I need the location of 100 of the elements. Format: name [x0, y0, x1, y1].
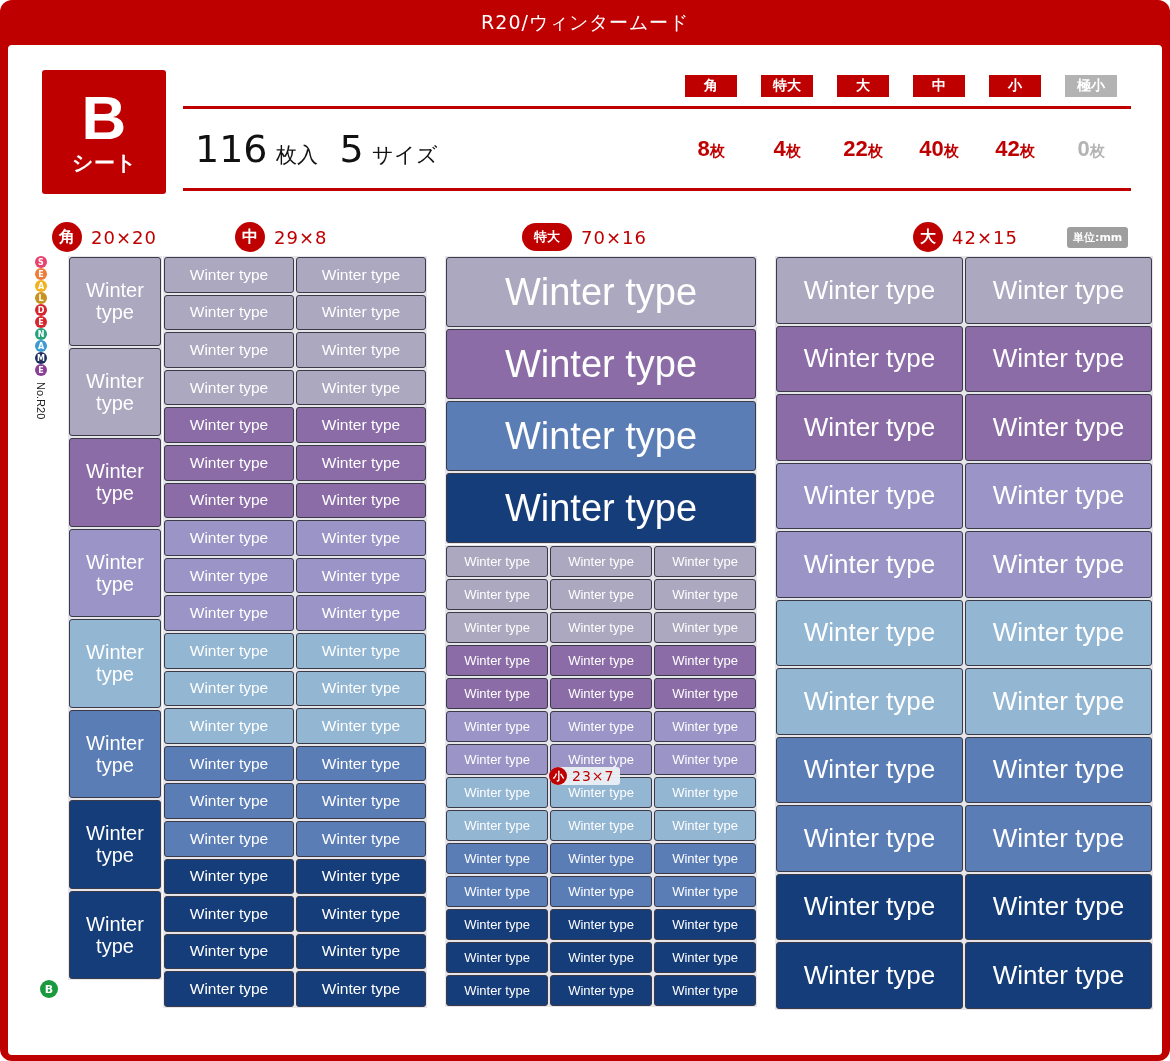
name-sticker: Winter type: [776, 873, 963, 940]
name-sticker: Winter type: [164, 971, 294, 1007]
name-sticker: Winter type: [296, 294, 426, 331]
name-sticker: Winter type: [446, 777, 548, 808]
name-sticker: Winter type: [164, 257, 294, 293]
name-sticker: Winter type: [69, 619, 161, 708]
size-badge: 小: [549, 767, 567, 785]
name-sticker: Winter type: [164, 632, 294, 669]
name-sticker: Winter type: [550, 975, 652, 1006]
name-sticker: Winter type: [446, 744, 548, 775]
name-sticker: Winter type: [164, 595, 294, 631]
name-sticker: Winter type: [69, 438, 161, 527]
name-sticker: Winter type: [446, 843, 548, 874]
name-sticker: Winter type: [69, 528, 161, 617]
name-sticker: Winter type: [776, 599, 963, 666]
name-sticker: Winter type: [164, 369, 294, 406]
name-sticker: Winter type: [965, 805, 1152, 872]
name-sticker: Winter type: [654, 579, 756, 610]
name-sticker: Winter type: [296, 595, 426, 631]
name-sticker: Winter type: [296, 557, 426, 594]
name-sticker: Winter type: [164, 444, 294, 481]
name-sticker: Winter type: [654, 975, 756, 1006]
name-sticker: Winter type: [965, 668, 1152, 735]
name-sticker: Winter type: [164, 820, 294, 857]
name-sticker: Winter type: [69, 800, 161, 889]
name-sticker: Winter type: [550, 942, 652, 973]
size-badge: 特大: [522, 223, 572, 251]
name-sticker: Winter type: [296, 745, 426, 782]
name-sticker: Winter type: [296, 858, 426, 895]
name-sticker: Winter type: [550, 612, 652, 643]
name-sticker: Winter type: [164, 482, 294, 519]
name-sticker: Winter type: [446, 909, 548, 940]
name-sticker: Winter type: [654, 711, 756, 742]
name-sticker: Winter type: [965, 394, 1152, 461]
sticker-count: 8枚: [696, 135, 726, 162]
name-sticker: Winter type: [446, 546, 548, 577]
name-sticker: Winter type: [776, 942, 963, 1009]
name-sticker: Winter type: [965, 942, 1152, 1009]
brand-number: No.R20: [35, 382, 47, 420]
brand-letter: A: [35, 280, 47, 292]
name-sticker: Winter type: [965, 462, 1152, 529]
name-sticker: Winter type: [296, 896, 426, 932]
name-sticker: Winter type: [965, 599, 1152, 666]
sticker-count: 4枚: [772, 135, 802, 162]
name-sticker: Winter type: [446, 810, 548, 841]
name-sticker: Winter type: [69, 709, 161, 798]
name-sticker: Winter type: [654, 942, 756, 973]
name-sticker: Winter type: [776, 736, 963, 803]
name-sticker: Winter type: [296, 444, 426, 481]
name-sticker: Winter type: [965, 531, 1152, 598]
name-sticker: Winter type: [654, 843, 756, 874]
name-sticker: Winter type: [550, 843, 652, 874]
name-sticker: Winter type: [164, 858, 294, 895]
brand-letter: M: [35, 352, 47, 364]
name-sticker: Winter type: [776, 257, 963, 324]
name-sticker: Winter type: [654, 777, 756, 808]
sheet-letter: B: [81, 87, 127, 149]
name-sticker: Winter type: [446, 257, 756, 327]
sticker-count: 22枚: [842, 135, 884, 162]
name-sticker: Winter type: [69, 890, 161, 979]
name-sticker: Winter type: [296, 670, 426, 707]
name-sticker: Winter type: [164, 896, 294, 932]
name-sticker: Winter type: [654, 678, 756, 709]
name-sticker: Winter type: [550, 678, 652, 709]
name-sticker: Winter type: [965, 736, 1152, 803]
name-sticker: Winter type: [164, 745, 294, 782]
name-sticker: Winter type: [654, 546, 756, 577]
size-tag: 角: [685, 75, 737, 97]
name-sticker: Winter type: [550, 645, 652, 676]
name-sticker: Winter type: [550, 546, 652, 577]
name-sticker: Winter type: [550, 909, 652, 940]
name-sticker: Winter type: [164, 294, 294, 331]
name-sticker: Winter type: [164, 520, 294, 556]
name-sticker: Winter type: [296, 632, 426, 669]
name-sticker: Winter type: [446, 876, 548, 907]
name-sticker: Winter type: [776, 325, 963, 392]
name-sticker: Winter type: [296, 257, 426, 293]
name-sticker: Winter type: [69, 347, 161, 436]
name-sticker: Winter type: [776, 531, 963, 598]
brand-letter: E: [35, 364, 47, 376]
name-sticker: Winter type: [446, 401, 756, 471]
name-sticker: Winter type: [654, 810, 756, 841]
size-dimensions: 20×20: [91, 226, 157, 248]
name-sticker: Winter type: [296, 708, 426, 744]
sticker-count: 40枚: [918, 135, 960, 162]
name-sticker: Winter type: [446, 942, 548, 973]
size-badge: 中: [235, 222, 265, 252]
size-dimensions: 42×15: [952, 226, 1018, 248]
size-tag: 小: [989, 75, 1041, 97]
size-tag: 極小: [1065, 75, 1117, 97]
name-sticker: Winter type: [446, 579, 548, 610]
name-sticker: Winter type: [164, 708, 294, 744]
name-sticker: Winter type: [654, 876, 756, 907]
name-sticker: Winter type: [446, 329, 756, 399]
name-sticker: Winter type: [69, 257, 161, 346]
name-sticker: Winter type: [654, 612, 756, 643]
name-sticker: Winter type: [296, 971, 426, 1007]
name-sticker: Winter type: [296, 407, 426, 443]
name-sticker: Winter type: [965, 257, 1152, 324]
size-badge: 角: [52, 222, 82, 252]
